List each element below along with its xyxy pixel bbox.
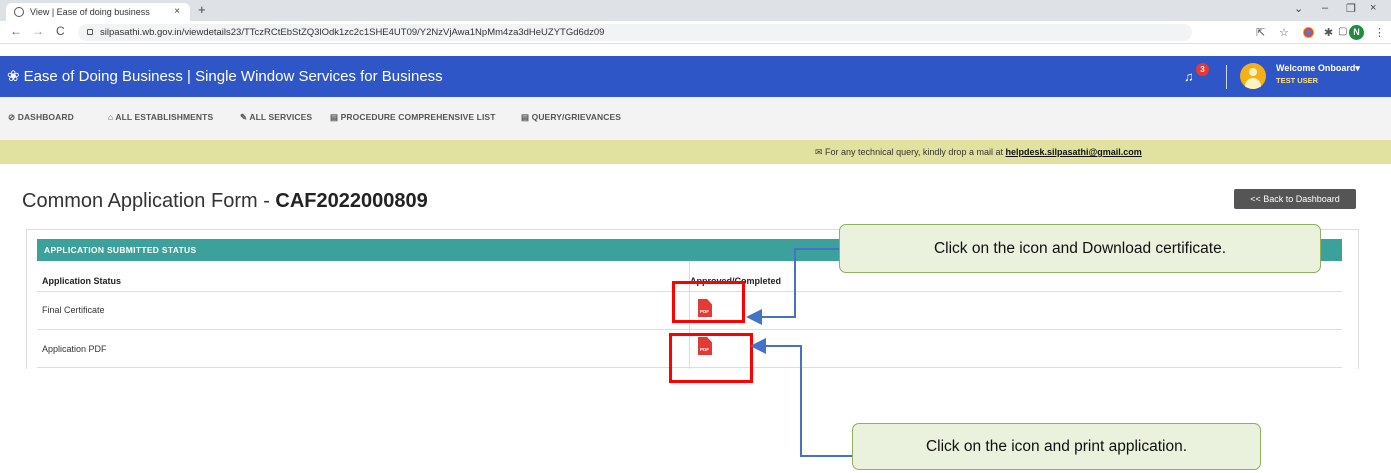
tutorial-screenshot: View | Ease of doing business × + ⌄ – ❐ … (0, 0, 1391, 473)
callout-download-certificate: Click on the icon and Download certifica… (839, 224, 1321, 273)
arrow-to-application-icon (750, 338, 852, 457)
arrow-to-certificate-icon (746, 248, 846, 325)
callout-print-application: Click on the icon and print application. (852, 423, 1261, 470)
